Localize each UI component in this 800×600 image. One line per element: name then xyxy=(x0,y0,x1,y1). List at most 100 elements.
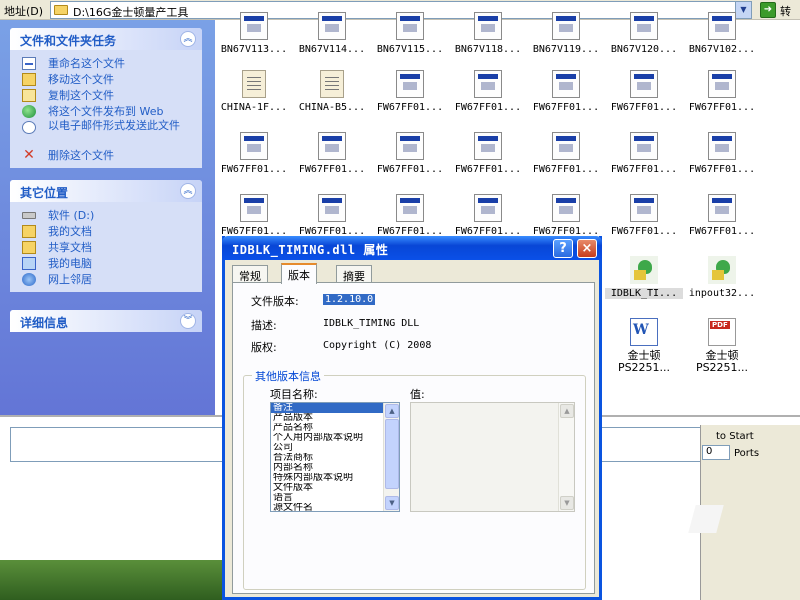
file-item[interactable]: FW67FF01... xyxy=(527,70,605,113)
file-item[interactable]: BN67V102... xyxy=(683,12,761,55)
listbox-scrollbar[interactable]: ▲ ▼ xyxy=(383,403,399,511)
version-item[interactable]: 语言 xyxy=(271,493,383,503)
details-header[interactable]: 详细信息 ︾ xyxy=(10,310,202,332)
file-item[interactable]: FW67FF01... xyxy=(527,194,605,237)
version-item[interactable]: 产品名称 xyxy=(271,423,383,433)
close-button[interactable]: × xyxy=(577,239,597,258)
application-file-icon xyxy=(318,132,346,160)
task-label[interactable]: 重命名这个文件 xyxy=(48,57,125,70)
file-item[interactable]: inpout32... xyxy=(683,256,761,299)
file-name: FW67FF01... xyxy=(298,164,366,175)
delete-icon: ✕ xyxy=(23,147,35,163)
scroll-up-icon[interactable]: ▲ xyxy=(385,404,399,418)
email-icon xyxy=(22,121,36,134)
task-copy[interactable]: 复制这个文件 xyxy=(20,88,202,104)
file-item[interactable]: 金士顿 PS2251... xyxy=(605,318,683,374)
version-item[interactable]: 文件版本 xyxy=(271,483,383,493)
file-item[interactable]: FW67FF01... xyxy=(293,194,371,237)
scroll-down-icon[interactable]: ▼ xyxy=(385,496,399,510)
file-item[interactable]: BN67V118... xyxy=(449,12,527,55)
version-item[interactable]: 源文件名 xyxy=(271,503,383,511)
file-item[interactable]: FW67FF01... xyxy=(449,132,527,175)
application-file-icon xyxy=(240,132,268,160)
file-item[interactable]: FW67FF01... xyxy=(293,132,371,175)
file-item[interactable]: FW67FF01... xyxy=(605,70,683,113)
other-places-header[interactable]: 其它位置 ︽ xyxy=(10,180,202,202)
file-item[interactable]: FW67FF01... xyxy=(605,194,683,237)
file-item[interactable]: FW67FF01... xyxy=(683,132,761,175)
file-item[interactable]: FW67FF01... xyxy=(449,70,527,113)
task-shared-documents[interactable]: 共享文档 xyxy=(20,240,202,256)
file-item[interactable]: FW67FF01... xyxy=(449,194,527,237)
collapse-icon[interactable]: ︽ xyxy=(180,183,196,199)
version-item[interactable]: 个人用内部版本说明 xyxy=(271,433,383,443)
task-move[interactable]: 移动这个文件 xyxy=(20,72,202,88)
version-item[interactable]: 特殊内部版本说明 xyxy=(271,473,383,483)
file-name: BN67V120... xyxy=(610,44,678,55)
version-item[interactable]: 产品版本 xyxy=(271,413,383,423)
task-rename[interactable]: 重命名这个文件 xyxy=(20,56,202,72)
file-version-value[interactable]: 1.2.10.0 xyxy=(323,294,376,305)
details-panel: 详细信息 ︾ xyxy=(10,310,202,332)
version-item[interactable]: 公司 xyxy=(271,443,383,453)
task-label[interactable]: 我的文档 xyxy=(48,225,92,238)
task-my-computer[interactable]: 我的电脑 xyxy=(20,256,202,272)
file-name: FW67FF01... xyxy=(610,102,678,113)
file-item[interactable]: BN67V113... xyxy=(215,12,293,55)
task-label[interactable]: 共享文档 xyxy=(48,241,92,254)
item-name-listbox[interactable]: 备注 产品版本 产品名称 个人用内部版本说明 公司 合法商标 内部名称 特殊内部版本说明 文件版… xyxy=(270,402,400,512)
version-item[interactable]: 内部名称 xyxy=(271,463,383,473)
file-item[interactable]: FW67FF01... xyxy=(371,132,449,175)
collapse-icon[interactable]: ︽ xyxy=(180,31,196,47)
dialog-title-bar[interactable]: IDBLK_TIMING.dll 属性 ? × xyxy=(222,236,602,260)
tab-summary[interactable]: 摘要 xyxy=(336,265,372,283)
version-item[interactable]: 备注 xyxy=(271,403,383,413)
file-item[interactable]: FW67FF01... xyxy=(527,132,605,175)
scroll-thumb[interactable] xyxy=(385,419,399,489)
task-label[interactable]: 复制这个文件 xyxy=(48,89,114,102)
tab-version[interactable]: 版本 xyxy=(281,263,317,284)
file-item[interactable]: FW67FF01... xyxy=(371,70,449,113)
file-item[interactable]: FW67FF01... xyxy=(215,194,293,237)
file-item[interactable]: BN67V114... xyxy=(293,12,371,55)
file-name: FW67FF01... xyxy=(688,226,756,237)
task-label[interactable]: 以电子邮件形式发送此文件 xyxy=(48,119,180,132)
file-item[interactable]: BN67V115... xyxy=(371,12,449,55)
file-item[interactable]: FW67FF01... xyxy=(605,132,683,175)
file-item[interactable]: FW67FF01... xyxy=(371,194,449,237)
task-email[interactable]: 以电子邮件形式发送此文件 xyxy=(20,120,200,148)
task-delete[interactable]: ✕ 删除这个文件 xyxy=(20,148,202,164)
tab-general[interactable]: 常规 xyxy=(232,265,268,283)
task-my-documents[interactable]: 我的文档 xyxy=(20,224,202,240)
task-label[interactable]: 删除这个文件 xyxy=(48,149,114,162)
file-item[interactable]: IDBLK_TI... xyxy=(605,256,683,299)
item-name-label: 项目名称: xyxy=(270,388,318,401)
expand-icon[interactable]: ︾ xyxy=(180,313,196,329)
task-label[interactable]: 将这个文件发布到 Web xyxy=(48,105,163,118)
application-file-icon xyxy=(240,194,268,222)
task-label[interactable]: 移动这个文件 xyxy=(48,73,114,86)
task-publish-web[interactable]: 将这个文件发布到 Web xyxy=(20,104,202,120)
file-item[interactable]: CHINA-1F... xyxy=(215,70,293,113)
task-label[interactable]: 软件 (D:) xyxy=(48,209,94,222)
task-drive[interactable]: 软件 (D:) xyxy=(20,208,202,224)
file-item[interactable]: FW67FF01... xyxy=(683,70,761,113)
file-item[interactable]: FW67FF01... xyxy=(683,194,761,237)
help-button[interactable]: ? xyxy=(553,239,573,258)
file-name: CHINA-1F... xyxy=(220,102,288,113)
task-label[interactable]: 网上邻居 xyxy=(48,273,92,286)
file-item[interactable]: 金士顿 PS2251... xyxy=(683,318,761,374)
task-network-places[interactable]: 网上邻居 xyxy=(20,272,202,288)
task-label[interactable]: 我的电脑 xyxy=(48,257,92,270)
file-item[interactable]: BN67V120... xyxy=(605,12,683,55)
file-item[interactable]: FW67FF01... xyxy=(215,132,293,175)
ports-input[interactable]: 0 xyxy=(702,445,730,460)
file-tasks-header[interactable]: 文件和文件夹任务 ︽ xyxy=(10,28,202,50)
go-arrow-icon[interactable]: ➜ xyxy=(760,2,776,18)
value-textbox[interactable]: ▲ ▼ xyxy=(410,402,575,512)
other-version-info-title: 其他版本信息 xyxy=(252,368,324,384)
dll-file-icon xyxy=(708,256,736,284)
file-item[interactable]: BN67V119... xyxy=(527,12,605,55)
version-item[interactable]: 合法商标 xyxy=(271,453,383,463)
file-item[interactable]: CHINA-B5... xyxy=(293,70,371,113)
